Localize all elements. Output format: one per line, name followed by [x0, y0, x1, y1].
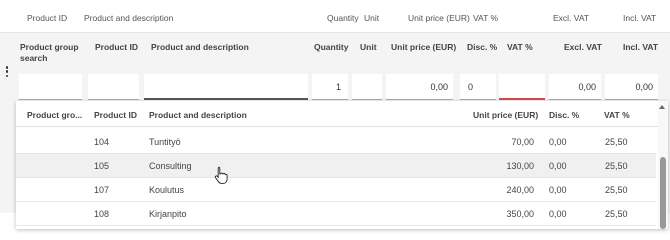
product-id-field[interactable]	[88, 74, 139, 100]
incl-vat-field[interactable]	[605, 74, 658, 100]
dropdown-row[interactable]: 107 Koulutus 240,00 0,00 25,50	[16, 178, 656, 202]
dropdown-header: Product gro... Product ID Product and de…	[16, 101, 668, 127]
col-unit-label: Unit	[360, 42, 377, 52]
col-incl-vat-label: Incl. VAT	[623, 42, 659, 52]
dd-col-unit-price[interactable]: Unit price (EUR)	[473, 110, 538, 120]
hand-pointer-icon	[214, 166, 228, 184]
row-disc: 0,00	[549, 161, 567, 171]
bg-col-vat: VAT %	[473, 13, 499, 23]
discount-field[interactable]	[460, 74, 496, 100]
row-description: Consulting	[149, 161, 192, 171]
col-quantity-label: Quantity	[314, 42, 349, 52]
row-unit-price: 130,00	[506, 161, 534, 171]
product-search-dropdown: Product gro... Product ID Product and de…	[16, 101, 668, 229]
row-vat: 25,50	[605, 185, 628, 195]
bg-col-unit: Unit	[364, 13, 380, 23]
col-product-desc-label: Product and description	[151, 42, 249, 52]
bg-col-product-desc: Product and description	[84, 13, 174, 23]
row-product-id: 107	[94, 185, 110, 195]
col-vat-label: VAT %	[507, 42, 533, 52]
background-table-header: Product ID Product and description Quant…	[0, 0, 670, 33]
dd-col-product-group[interactable]: Product gro...	[27, 110, 82, 120]
row-unit-price: 240,00	[506, 185, 534, 195]
col-disc-label: Disc. %	[467, 42, 498, 52]
dropdown-row[interactable]: 104 Tuntityö 70,00 0,00 25,50	[16, 130, 656, 154]
dd-col-product-id[interactable]: Product ID	[94, 110, 137, 120]
unit-field[interactable]	[352, 74, 382, 100]
row-vat: 25,50	[605, 209, 628, 219]
row-product-id: 104	[94, 137, 110, 147]
row-unit-price: 350,00	[506, 209, 534, 219]
row-disc: 0,00	[549, 209, 567, 219]
dropdown-row[interactable]: 105 Consulting 130,00 0,00 25,50	[16, 154, 656, 178]
caret-up-icon[interactable]	[659, 105, 665, 109]
col-product-group-label: Product group search	[20, 42, 79, 63]
incl-vat-input[interactable]	[605, 74, 658, 100]
row-disc: 0,00	[549, 185, 567, 195]
dd-col-vat[interactable]: VAT %	[604, 110, 630, 120]
unit-price-input[interactable]	[386, 74, 453, 100]
row-description: Kirjanpito	[149, 209, 187, 219]
scrollbar-thumb[interactable]	[660, 157, 666, 229]
row-unit-price: 70,00	[511, 137, 534, 147]
product-desc-field[interactable]	[144, 75, 308, 99]
bg-col-quantity: Quantity	[327, 13, 359, 23]
row-product-id: 108	[94, 209, 110, 219]
row-vat: 25,50	[605, 137, 628, 147]
excl-vat-input[interactable]	[549, 74, 601, 100]
unit-price-field[interactable]	[386, 74, 453, 100]
bg-col-product-id: Product ID	[27, 13, 68, 23]
unit-input[interactable]	[352, 74, 382, 100]
discount-input[interactable]	[460, 74, 496, 100]
product-group-search-input[interactable]	[19, 74, 82, 100]
dd-col-product-desc[interactable]: Product and description	[149, 110, 247, 120]
col-product-id-label: Product ID	[95, 42, 138, 52]
quantity-input[interactable]	[312, 74, 348, 100]
bg-col-unit-price: Unit price (EUR)	[408, 13, 470, 23]
row-product-id: 105	[94, 161, 110, 171]
quantity-field[interactable]	[312, 74, 348, 100]
product-group-search-field[interactable]	[19, 74, 82, 100]
excl-vat-field[interactable]	[549, 74, 601, 100]
dropdown-row[interactable]: 108 Kirjanpito 350,00 0,00 25,50	[16, 202, 656, 226]
kebab-menu-icon[interactable]	[3, 66, 11, 80]
row-vat: 25,50	[605, 161, 628, 171]
row-description: Koulutus	[149, 185, 185, 195]
product-desc-input[interactable]	[144, 74, 308, 100]
row-description: Tuntityö	[149, 137, 181, 147]
vat-field[interactable]	[499, 75, 545, 99]
vat-input[interactable]	[499, 74, 545, 100]
col-unit-price-label: Unit price (EUR)	[391, 42, 457, 52]
bg-col-incl-vat: Incl. VAT	[623, 13, 657, 23]
product-id-input[interactable]	[88, 74, 139, 100]
dd-col-disc[interactable]: Disc. %	[549, 110, 579, 120]
bg-col-excl-vat: Excl. VAT	[553, 13, 590, 23]
col-excl-vat-label: Excl. VAT	[564, 42, 602, 52]
row-disc: 0,00	[549, 137, 567, 147]
